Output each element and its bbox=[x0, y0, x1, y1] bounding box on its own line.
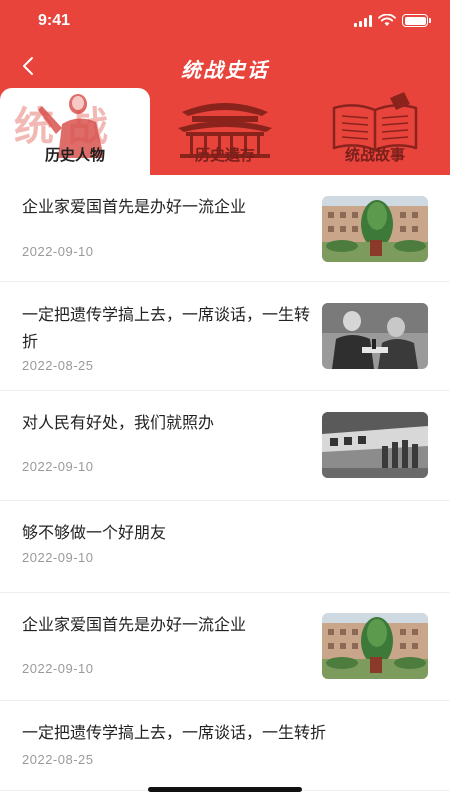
status-icons bbox=[354, 14, 431, 27]
wifi-icon bbox=[378, 14, 396, 26]
article-date: 2022-08-25 bbox=[22, 752, 94, 767]
article-thumbnail bbox=[322, 196, 428, 262]
header: 9:41 统战史话 统 战 历史人物 历史遗存 统战故事 bbox=[0, 0, 450, 175]
article-date: 2022-09-10 bbox=[22, 244, 94, 259]
article-list: 企业家爱国首先是办好一流企业 2022-09-10 一定把遗传学搞上去，一席谈话… bbox=[0, 175, 450, 791]
article-title: 一定把遗传学搞上去，一席谈话，一生转折 bbox=[22, 305, 311, 351]
tab-label: 统战故事 bbox=[344, 146, 405, 164]
home-indicator[interactable] bbox=[148, 787, 302, 792]
tab-label: 历史人物 bbox=[44, 146, 105, 164]
article-date: 2022-09-10 bbox=[22, 661, 94, 676]
category-tabs: 统 战 历史人物 历史遗存 统战故事 bbox=[0, 88, 450, 175]
tab-united-front-stories[interactable]: 统战故事 bbox=[300, 88, 450, 175]
list-item[interactable]: 一定把遗传学搞上去，一席谈话，一生转折 2022-08-25 bbox=[0, 701, 450, 791]
tab-historical-figures[interactable]: 统 战 历史人物 bbox=[0, 88, 150, 175]
article-thumbnail bbox=[322, 303, 428, 369]
article-title: 一定把遗传学搞上去，一席谈话，一生转折 bbox=[22, 723, 327, 742]
article-title: 够不够做一个好朋友 bbox=[22, 523, 167, 542]
article-title: 企业家爱国首先是办好一流企业 bbox=[22, 197, 247, 216]
nav-bar: 统战史话 bbox=[0, 44, 450, 88]
tab-label: 历史遗存 bbox=[194, 146, 255, 164]
list-item[interactable]: 够不够做一个好朋友 2022-09-10 bbox=[0, 501, 450, 593]
list-item[interactable]: 一定把遗传学搞上去，一席谈话，一生转折 2022-08-25 bbox=[0, 282, 450, 391]
status-bar: 9:41 bbox=[0, 0, 450, 44]
page-title: 统战史话 bbox=[181, 58, 269, 82]
tab-historical-relics[interactable]: 历史遗存 bbox=[150, 88, 300, 175]
article-date: 2022-09-10 bbox=[22, 550, 94, 565]
battery-icon bbox=[402, 14, 431, 27]
article-title: 对人民有好处，我们就照办 bbox=[22, 413, 215, 432]
list-item[interactable]: 对人民有好处，我们就照办 2022-09-10 bbox=[0, 391, 450, 501]
article-date: 2022-08-25 bbox=[22, 358, 94, 373]
status-time: 9:41 bbox=[38, 12, 71, 29]
article-date: 2022-09-10 bbox=[22, 459, 94, 474]
list-item[interactable]: 企业家爱国首先是办好一流企业 2022-09-10 bbox=[0, 593, 450, 701]
signal-icon bbox=[354, 14, 372, 27]
article-title: 企业家爱国首先是办好一流企业 bbox=[22, 615, 247, 634]
article-thumbnail bbox=[322, 613, 428, 679]
list-item[interactable]: 企业家爱国首先是办好一流企业 2022-09-10 bbox=[0, 175, 450, 282]
article-thumbnail bbox=[322, 412, 428, 478]
